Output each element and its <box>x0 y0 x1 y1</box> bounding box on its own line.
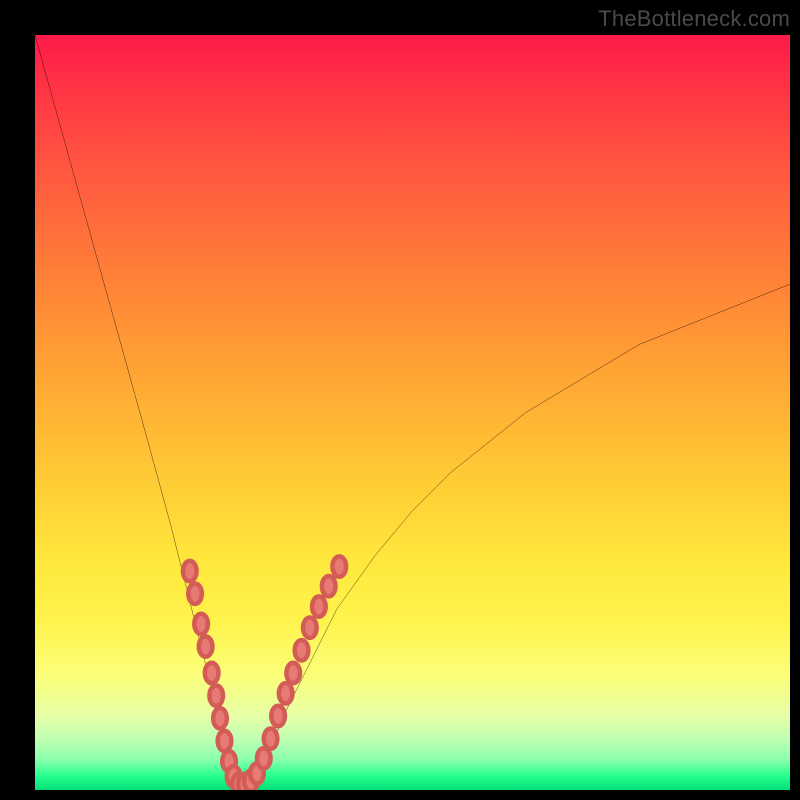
curve-marker <box>312 596 326 616</box>
curve-marker <box>279 683 293 703</box>
watermark-text: TheBottleneck.com <box>598 6 790 32</box>
image-frame: TheBottleneck.com <box>0 0 800 800</box>
plot-area <box>35 35 790 790</box>
curve-marker <box>271 706 285 726</box>
curve-marker <box>332 556 346 576</box>
curve-marker <box>209 685 223 705</box>
curve-marker <box>257 748 271 768</box>
curve-marker <box>213 708 227 728</box>
bottleneck-curve <box>35 35 790 786</box>
curve-marker <box>199 636 213 656</box>
curve-marker <box>322 576 336 596</box>
curve-marker <box>303 617 317 637</box>
curve-marker <box>188 584 202 604</box>
curve-marker <box>183 561 197 581</box>
chart-svg <box>35 35 790 790</box>
curve-markers <box>183 556 346 790</box>
curve-marker <box>286 663 300 683</box>
curve-marker <box>194 614 208 634</box>
curve-marker <box>295 640 309 660</box>
curve-marker <box>218 731 232 751</box>
curve-marker <box>264 728 278 748</box>
curve-marker <box>205 663 219 683</box>
